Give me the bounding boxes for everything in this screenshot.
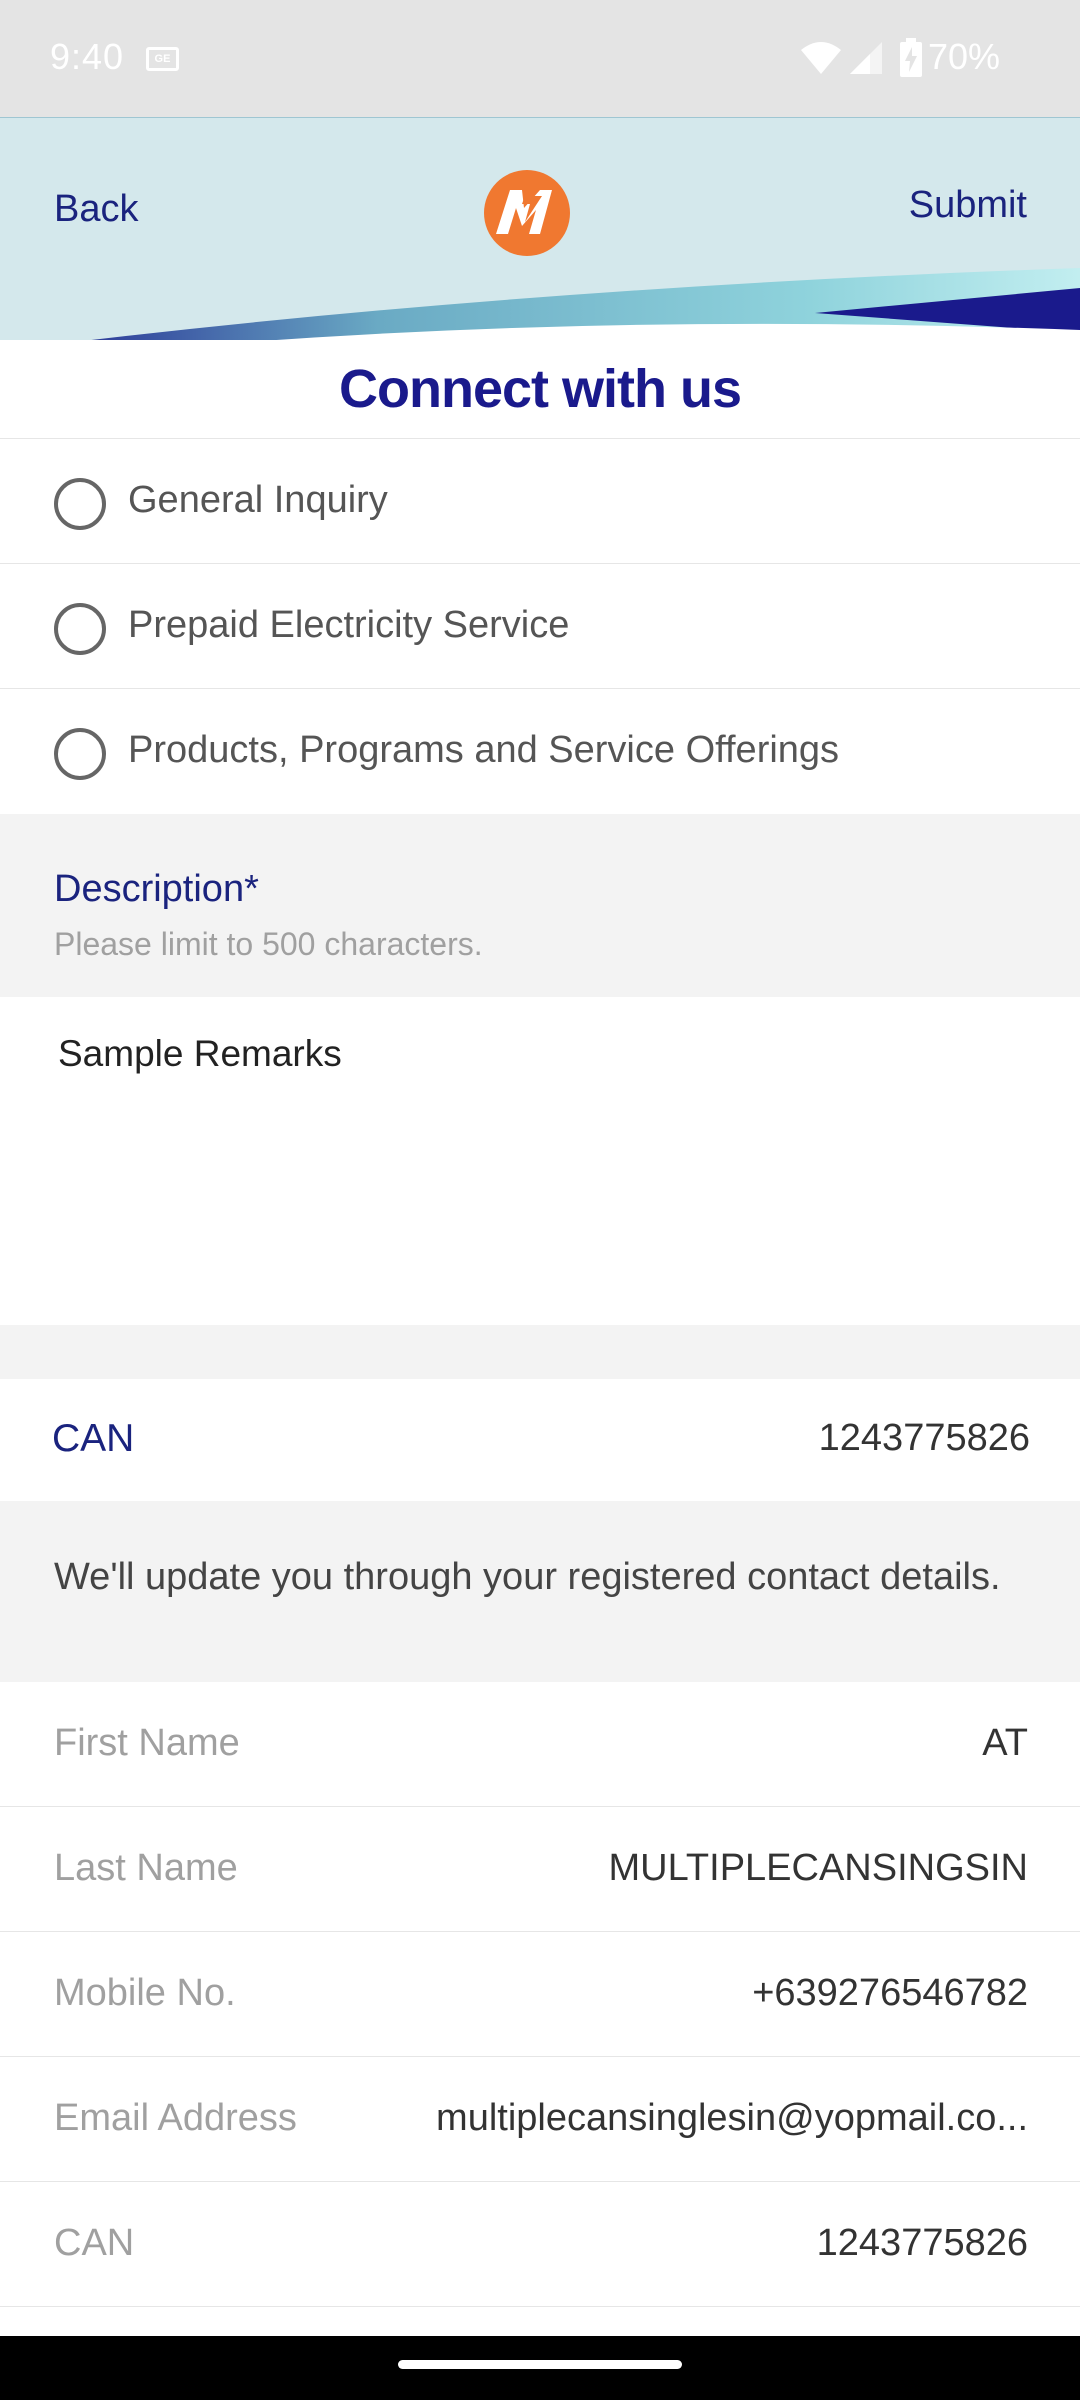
contact-row-mobile: Mobile No. +639276546782 (0, 1932, 1080, 2057)
contact-row-email: Email Address multiplecansinglesin@yopma… (0, 2057, 1080, 2182)
first-name-value: AT (982, 1722, 1028, 1764)
contact-notice: We'll update you through your registered… (0, 1501, 1080, 1682)
status-time: 9:40 (50, 36, 125, 77)
meralco-logo (484, 170, 570, 256)
radio-circle-icon[interactable] (54, 478, 106, 530)
radio-label: General Inquiry (128, 479, 388, 521)
contact-row-can: CAN 1243775826 (0, 2182, 1080, 2307)
signal-icon (850, 42, 882, 74)
wifi-icon (801, 42, 841, 74)
contact-can-value: 1243775826 (816, 2222, 1028, 2264)
radio-circle-icon[interactable] (54, 603, 106, 655)
section-divider (0, 1325, 1080, 1379)
home-gesture-handle[interactable] (398, 2360, 682, 2369)
radio-label: Prepaid Electricity Service (128, 604, 570, 646)
sim-icon: GE (146, 47, 179, 71)
submit-button[interactable]: Submit (909, 184, 1027, 227)
page-title: Connect with us (339, 359, 742, 419)
can-value: 1243775826 (818, 1417, 1030, 1459)
first-name-label: First Name (54, 1722, 240, 1764)
notice-text: We'll update you through your registered… (54, 1556, 1001, 1598)
email-label: Email Address (54, 2097, 297, 2139)
email-value: multiplecansinglesin@yopmail.co... (436, 2097, 1028, 2139)
radio-option-prepaid-electricity[interactable]: Prepaid Electricity Service (0, 563, 1080, 688)
description-value: Sample Remarks (58, 1033, 342, 1074)
system-nav-bar (0, 2336, 1080, 2400)
back-button[interactable]: Back (54, 188, 138, 231)
battery-charging-icon (900, 38, 922, 77)
can-field[interactable]: CAN 1243775826 (0, 1379, 1080, 1501)
description-label: Description* (54, 868, 259, 910)
description-header: Description* Please limit to 500 charact… (0, 814, 1080, 997)
contact-row-first-name: First Name AT (0, 1682, 1080, 1807)
radio-label: Products, Programs and Service Offerings (128, 729, 840, 771)
mobile-value: +639276546782 (752, 1972, 1028, 2014)
can-label: CAN (52, 1417, 135, 1460)
last-name-label: Last Name (54, 1847, 238, 1889)
description-hint: Please limit to 500 characters. (54, 926, 483, 962)
battery-percent: 70% (928, 36, 1001, 77)
contact-row-last-name: Last Name MULTIPLECANSINGSIN (0, 1807, 1080, 1932)
mobile-label: Mobile No. (54, 1972, 236, 2014)
status-bar: 9:40 GE 70% (0, 0, 1080, 117)
radio-option-general-inquiry[interactable]: General Inquiry (0, 438, 1080, 563)
contact-can-label: CAN (54, 2222, 135, 2264)
radio-option-products-programs[interactable]: Products, Programs and Service Offerings (0, 688, 1080, 813)
radio-circle-icon[interactable] (54, 728, 106, 780)
last-name-value: MULTIPLECANSINGSIN (608, 1847, 1028, 1889)
description-textarea[interactable]: Sample Remarks (0, 997, 1080, 1325)
